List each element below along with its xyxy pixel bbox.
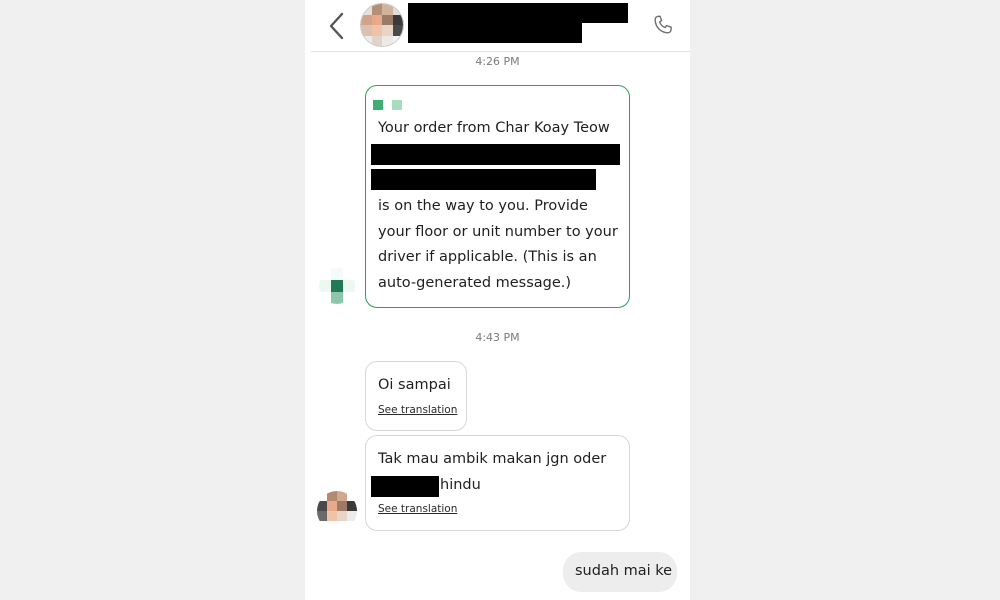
header-divider <box>311 51 690 52</box>
system-message-line: is on the way to you. Provide <box>378 198 588 214</box>
system-sender-avatar <box>319 268 355 304</box>
contact-avatar[interactable] <box>361 4 403 46</box>
see-translation-link[interactable]: See translation <box>378 503 457 515</box>
system-message-bubble: Your order from Char Koay Teow is on the… <box>365 85 630 308</box>
see-translation-link[interactable]: See translation <box>378 404 457 416</box>
received-message-bubble: Oi sampai See translation <box>365 361 467 431</box>
contact-name-redacted <box>408 3 628 23</box>
message-text: Oi sampai <box>378 377 451 393</box>
redacted-text <box>371 476 439 497</box>
system-message-line: your floor or unit number to your <box>378 224 618 240</box>
received-message-bubble: Tak mau ambik makan jgn oder hindu See t… <box>365 435 630 531</box>
message-text: Tak mau ambik makan jgn oder <box>378 451 607 467</box>
message-text: hindu <box>440 477 481 493</box>
system-message-line: driver if applicable. (This is an <box>378 249 597 265</box>
chevron-left-icon[interactable] <box>327 11 347 41</box>
phone-icon[interactable] <box>651 13 675 37</box>
app-logo-icon <box>373 100 383 110</box>
sender-avatar[interactable] <box>317 491 357 531</box>
system-message-line: Your order from Char Koay Teow <box>378 120 610 136</box>
redacted-text <box>371 144 620 165</box>
system-message-line: auto-generated message.) <box>378 275 572 291</box>
timestamp: 4:43 PM <box>475 331 520 344</box>
message-text: sudah mai ke <box>575 563 673 579</box>
timestamp: 4:26 PM <box>475 55 520 68</box>
redacted-text <box>371 169 596 190</box>
app-logo-icon <box>392 100 402 110</box>
chat-header <box>305 0 690 52</box>
chat-screen: 4:26 PM Your order from Char Koay Teow i… <box>305 0 690 600</box>
contact-subtitle-redacted <box>408 22 582 43</box>
sent-message-bubble: sudah mai ke <box>563 552 677 592</box>
